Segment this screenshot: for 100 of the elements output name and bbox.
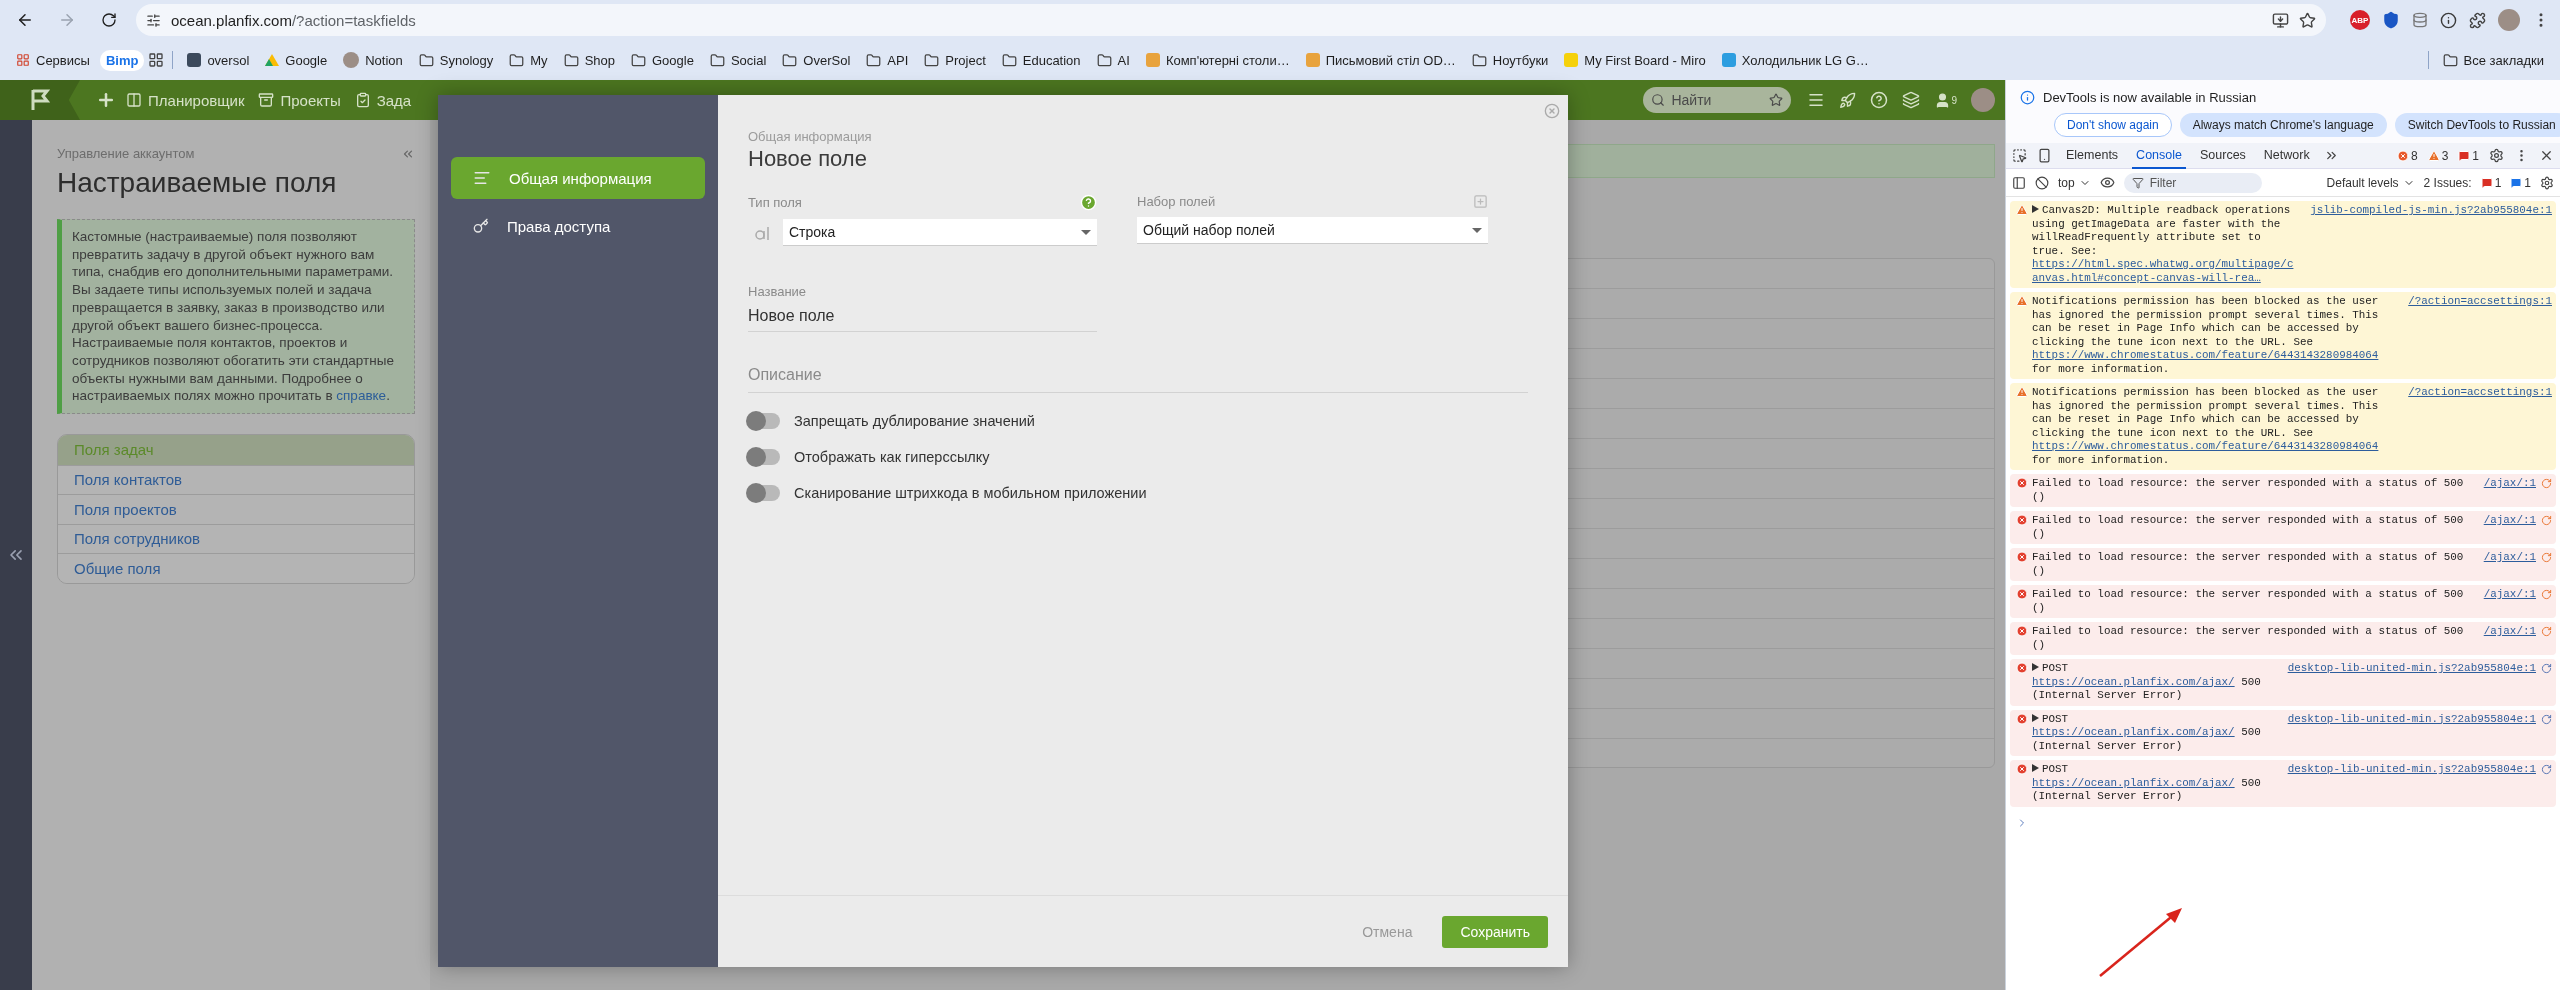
bookmark-item[interactable]: API	[860, 49, 915, 71]
nav-item[interactable]: Планировщик	[148, 91, 245, 109]
bookmark-item[interactable]: OverSol	[776, 49, 857, 71]
message-link[interactable]: https://ocean.planfix.com/ajax/	[2032, 726, 2235, 740]
devtools-tab[interactable]: Elements	[2062, 142, 2123, 169]
message-link[interactable]: https://www.chromestatus.com/feature/6443143280984064	[2032, 349, 2379, 363]
message-link[interactable]: https://html.spec.whatwg.org/multipage/canvas.html#concept-canvas-will-rea…	[2032, 258, 2299, 285]
source-link[interactable]: /?action=accsettings:1	[2408, 295, 2552, 309]
levels-select[interactable]: Default levels	[2326, 175, 2399, 190]
sidebar-item[interactable]: Права доступа	[451, 205, 705, 247]
settings-icon[interactable]	[2540, 175, 2554, 190]
expand-triangle-icon[interactable]	[2032, 663, 2039, 671]
network-icon[interactable]	[2541, 663, 2552, 675]
bookmark-item[interactable]: My First Board - Miro	[1558, 49, 1712, 71]
shield-icon[interactable]	[2382, 11, 2400, 29]
network-icon[interactable]	[2541, 552, 2552, 564]
source-link[interactable]: jslib-compiled-js-min.js?2ab955804e:1	[2310, 204, 2552, 218]
source-link[interactable]: desktop-lib-united-min.js?2ab955804e:1	[2287, 662, 2536, 676]
issues-error-count[interactable]: 1	[2494, 175, 2502, 190]
toggle-switch[interactable]	[748, 485, 780, 501]
add-icon[interactable]	[96, 90, 116, 110]
source-link[interactable]: desktop-lib-united-min.js?2ab955804e:1	[2287, 763, 2536, 777]
grid-icon[interactable]	[148, 52, 165, 68]
extension-icon[interactable]: ABP	[2350, 10, 2370, 30]
issues-info-count[interactable]: 1	[2524, 175, 2531, 190]
notice-button[interactable]: Don't show again	[2054, 113, 2172, 137]
bookmark-item[interactable]: Google	[625, 49, 700, 71]
nav-item[interactable]: Проекты	[280, 91, 341, 109]
expand-triangle-icon[interactable]	[2032, 205, 2039, 213]
source-link[interactable]: /?action=accsettings:1	[2408, 386, 2552, 400]
bookmark-item[interactable]: Письмовий стіл OD…	[1299, 49, 1462, 71]
source-link[interactable]: /ajax/:1	[2483, 514, 2536, 528]
network-icon[interactable]	[2541, 515, 2552, 527]
profile-avatar[interactable]	[2498, 9, 2520, 31]
device-icon[interactable]	[2037, 148, 2052, 163]
bookmark-item[interactable]: Комп'ютерні столи…	[1139, 49, 1296, 71]
bookmark-item[interactable]: Social	[703, 49, 773, 71]
database-icon[interactable]	[2412, 12, 2428, 28]
source-link[interactable]: /ajax/:1	[2483, 625, 2536, 639]
nav-item[interactable]: Зада	[376, 91, 412, 109]
layers-icon[interactable]	[1902, 91, 1921, 109]
clear-icon[interactable]	[2035, 175, 2049, 190]
source-link[interactable]: /ajax/:1	[2483, 477, 2536, 491]
network-icon[interactable]	[2541, 626, 2552, 638]
star-icon[interactable]	[1769, 93, 1784, 107]
info-icon[interactable]	[2440, 11, 2457, 29]
message-link[interactable]: https://ocean.planfix.com/ajax/	[2032, 675, 2235, 689]
source-link[interactable]: /ajax/:1	[2483, 551, 2536, 565]
puzzle-icon[interactable]	[2469, 11, 2486, 29]
bookmark-item[interactable]: Shop	[557, 49, 621, 71]
expand-triangle-icon[interactable]	[2032, 713, 2039, 722]
bookmark-item[interactable]: Сервисы	[10, 49, 96, 71]
issue-icon	[2480, 176, 2493, 189]
bookmark-item[interactable]: My	[503, 49, 554, 71]
bookmark-item[interactable]: AI	[1090, 49, 1136, 71]
devtools-tab[interactable]: Console	[2132, 142, 2186, 169]
rocket-icon[interactable]	[1839, 91, 1857, 109]
bookmark-item[interactable]: oversol	[181, 49, 256, 71]
logo-icon[interactable]	[0, 80, 80, 120]
devtools-tab[interactable]: Network	[2259, 142, 2314, 169]
site-settings-icon[interactable]	[146, 12, 161, 28]
field-set-select[interactable]: Общий набор полей	[1137, 217, 1488, 244]
network-icon[interactable]	[2541, 764, 2552, 776]
bookmark-item[interactable]: Google	[259, 49, 334, 71]
context-select[interactable]: top	[2058, 175, 2075, 190]
sidebar-toggle-icon[interactable]	[2012, 175, 2026, 190]
source-link[interactable]: /ajax/:1	[2483, 588, 2536, 602]
network-icon[interactable]	[2541, 478, 2552, 490]
bookmark-star-icon[interactable]	[2299, 11, 2316, 29]
bookmark-item[interactable]: Project	[918, 49, 992, 71]
notice-button[interactable]: Always match Chrome's language	[2179, 113, 2387, 137]
filter-field[interactable]: Filter	[2123, 172, 2262, 193]
bookmark-item[interactable]: Education	[995, 49, 1087, 71]
address-bar[interactable]: ocean.planfix.com/?action=taskfields	[136, 4, 2326, 36]
inspect-icon[interactable]	[2012, 148, 2027, 163]
bookmark-item[interactable]: Ноутбуки	[1465, 49, 1555, 71]
search-field[interactable]: Найти	[1643, 87, 1792, 113]
expand-triangle-icon[interactable]	[2032, 764, 2039, 772]
bookmark-item[interactable]: Bimp	[99, 49, 145, 71]
bookmark-item[interactable]: Synology	[412, 49, 500, 71]
notice-button[interactable]: Switch DevTools to Russian	[2394, 113, 2560, 137]
name-field[interactable]: Новое поле	[748, 307, 1097, 332]
toggle-switch[interactable]	[748, 413, 780, 429]
bookmark-item[interactable]: Notion	[337, 49, 409, 71]
menu-icon[interactable]	[1807, 91, 1826, 109]
bookmark-item[interactable]: Все закладки	[2436, 49, 2550, 71]
toggle-switch[interactable]	[748, 449, 780, 465]
bookmark-item[interactable]: Холодильник LG G…	[1715, 49, 1875, 71]
install-icon[interactable]	[2272, 11, 2289, 29]
network-icon[interactable]	[2541, 589, 2552, 601]
devtools-tab[interactable]: Sources	[2196, 142, 2250, 169]
type-select[interactable]: Строка	[783, 219, 1097, 246]
source-link[interactable]: desktop-lib-united-min.js?2ab955804e:1	[2287, 712, 2536, 726]
message-link[interactable]: https://www.chromestatus.com/feature/6443143280984064	[2032, 440, 2379, 454]
message-link[interactable]: https://ocean.planfix.com/ajax/	[2032, 776, 2235, 790]
settings-icon[interactable]	[2489, 148, 2504, 163]
network-icon[interactable]	[2541, 713, 2552, 725]
eye-icon[interactable]	[2099, 175, 2115, 190]
help-icon[interactable]	[1870, 91, 1889, 109]
close-icon[interactable]	[2539, 148, 2554, 163]
